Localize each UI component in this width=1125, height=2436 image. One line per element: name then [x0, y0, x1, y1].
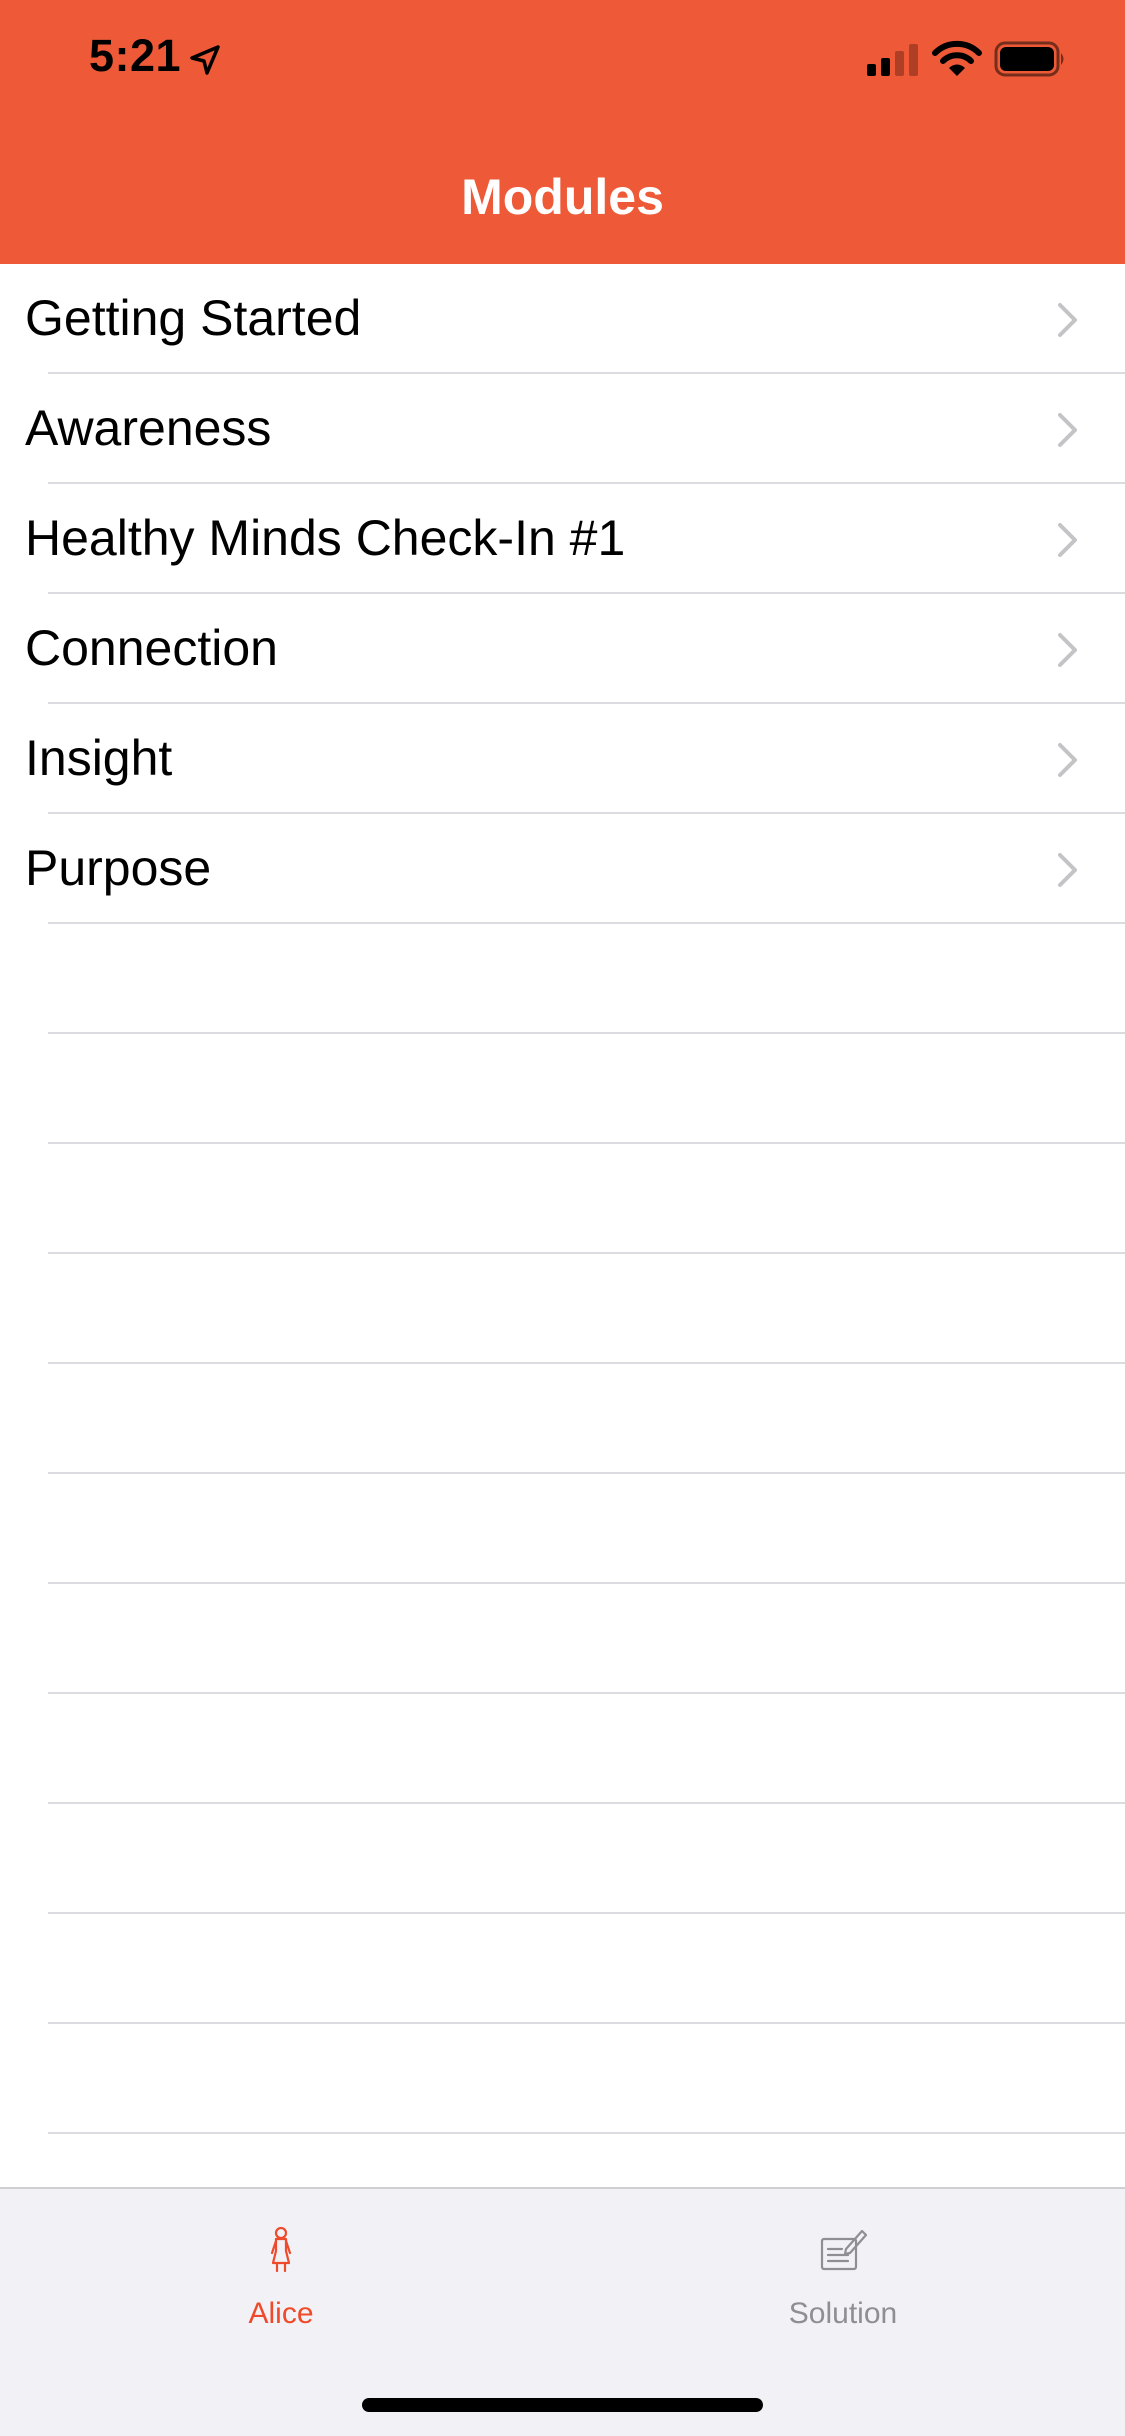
- chevron-right-icon: [1058, 523, 1077, 557]
- list-item-label: Purpose: [25, 840, 212, 896]
- battery-icon: [994, 41, 1064, 77]
- status-bar: 5:21: [0, 0, 1125, 132]
- location-arrow-icon: [190, 45, 220, 75]
- row-separator: [48, 2132, 1125, 2134]
- list-item-label: Healthy Minds Check-In #1: [25, 510, 626, 566]
- home-indicator[interactable]: [362, 2398, 763, 2412]
- list-item-label: Awareness: [25, 400, 272, 456]
- navigation-header: 5:21 Modules: [0, 0, 1125, 264]
- tab-label: Alice: [248, 2297, 314, 2330]
- list-item-healthy-minds-check-in[interactable]: Healthy Minds Check-In #1: [0, 484, 1125, 594]
- empty-row: [0, 2024, 1125, 2134]
- page-title: Modules: [461, 169, 664, 225]
- empty-row: [0, 1144, 1125, 1254]
- empty-row: [0, 1914, 1125, 2024]
- chevron-right-icon: [1058, 633, 1077, 667]
- tab-solution[interactable]: Solution: [562, 2189, 1124, 2349]
- status-time: 5:21: [89, 30, 182, 81]
- list-item-awareness[interactable]: Awareness: [0, 374, 1125, 484]
- empty-row: [0, 1694, 1125, 1804]
- tab-alice[interactable]: Alice: [0, 2189, 562, 2349]
- person-icon: [270, 2226, 292, 2273]
- chevron-right-icon: [1058, 303, 1077, 337]
- chevron-right-icon: [1058, 743, 1077, 777]
- tab-bar: Alice Solution: [0, 2187, 1125, 2436]
- list-item-purpose[interactable]: Purpose: [0, 814, 1125, 924]
- wifi-icon: [932, 40, 982, 76]
- empty-row: [0, 1804, 1125, 1914]
- list-item-label: Insight: [25, 730, 173, 786]
- list-item-connection[interactable]: Connection: [0, 594, 1125, 704]
- tab-label: Solution: [788, 2297, 898, 2330]
- empty-row: [0, 1474, 1125, 1584]
- list-item-getting-started[interactable]: Getting Started: [0, 264, 1125, 374]
- empty-row: [0, 924, 1125, 1034]
- empty-row: [0, 1254, 1125, 1364]
- list-item-label: Getting Started: [25, 290, 362, 346]
- empty-row: [0, 1584, 1125, 1694]
- empty-row: [0, 1034, 1125, 1144]
- list-item-insight[interactable]: Insight: [0, 704, 1125, 814]
- cellular-signal-icon: [867, 44, 918, 76]
- empty-row: [0, 1364, 1125, 1474]
- edit-note-icon: [820, 2229, 868, 2271]
- modules-list: Getting Started Awareness Healthy Minds …: [0, 264, 1125, 2134]
- list-item-label: Connection: [25, 620, 278, 676]
- chevron-right-icon: [1058, 853, 1077, 887]
- chevron-right-icon: [1058, 413, 1077, 447]
